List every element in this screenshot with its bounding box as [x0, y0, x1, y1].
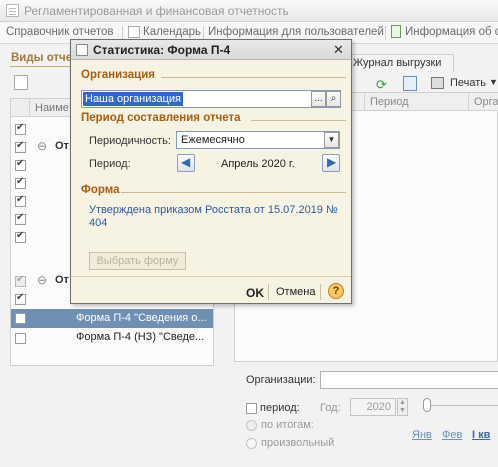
org-input[interactable]: Наша организация ... ⌕	[81, 90, 341, 108]
row-checkbox[interactable]	[15, 158, 26, 171]
period-slider-track	[431, 405, 498, 406]
row-label: Форма П-4 "Сведения о...	[76, 312, 207, 324]
section-divider	[251, 120, 346, 121]
column-header-period[interactable]: Период	[365, 93, 469, 111]
row-checkbox[interactable]	[15, 313, 26, 324]
arrow-right-icon: ▶	[327, 155, 337, 169]
toolbar-separator	[385, 26, 386, 40]
ellipsis-button[interactable]: ...	[311, 91, 326, 107]
next-period-button[interactable]: ▶	[322, 154, 340, 172]
organizations-field[interactable]	[320, 371, 498, 389]
row-checkbox[interactable]	[15, 176, 26, 189]
custom-radio[interactable]	[246, 438, 257, 449]
totals-radio-label: по итогам:	[261, 419, 314, 431]
arrow-left-icon: ◀	[181, 155, 191, 169]
refresh-icon[interactable]: ⟳	[376, 77, 387, 93]
search-icon[interactable]: ⌕	[326, 91, 341, 107]
form-icon	[76, 44, 88, 56]
row-checkbox[interactable]	[15, 212, 26, 225]
document-icon	[391, 25, 401, 38]
month-feb[interactable]: Фев	[442, 429, 462, 441]
periodicity-label: Периодичность:	[89, 135, 171, 147]
table-row-selected[interactable]: Форма П-4 "Сведения о...	[11, 309, 213, 328]
year-field[interactable]: 2020	[350, 398, 396, 416]
period-slider-handle[interactable]	[423, 398, 431, 412]
expand-group-icon[interactable]: ⊖	[37, 139, 47, 153]
prev-period-button[interactable]: ◀	[177, 154, 195, 172]
period-checkbox-label: период:	[260, 402, 300, 414]
section-divider	[121, 192, 346, 193]
ok-button[interactable]: OK	[246, 286, 264, 300]
close-icon[interactable]: ✕	[333, 42, 344, 58]
form-section-title: Форма	[81, 184, 120, 196]
footer-divider	[71, 276, 351, 277]
report-types-title[interactable]: Виды отче	[11, 52, 72, 64]
info-about-button[interactable]: Информация об об	[405, 26, 498, 38]
periodicity-select[interactable]: Ежемесячно ▼	[176, 131, 340, 149]
year-spinner[interactable]: ▲ ▼	[397, 398, 408, 416]
calendar-icon	[128, 26, 140, 38]
app-icon	[6, 4, 19, 17]
export-icon[interactable]	[403, 76, 417, 91]
button-separator	[320, 284, 321, 300]
quarter-1[interactable]: I кв	[472, 429, 490, 441]
row-label: Форма П-4 (НЗ) "Сведе...	[76, 331, 205, 343]
expand-group-icon[interactable]: ⊖	[37, 273, 47, 287]
column-header-org[interactable]: Орган	[469, 93, 498, 111]
row-checkbox[interactable]	[15, 292, 26, 305]
row-checkbox[interactable]	[15, 333, 26, 344]
user-info-button[interactable]: Информация для пользователей	[208, 26, 384, 38]
main-window-titlebar: Регламентированная и финансовая отчетнос…	[0, 0, 498, 22]
chevron-down-icon[interactable]: ▼	[489, 77, 498, 87]
printer-icon[interactable]	[431, 77, 444, 89]
print-button[interactable]: Печать	[450, 77, 486, 89]
row-checkbox[interactable]	[15, 194, 26, 207]
toolbar-separator	[122, 26, 123, 40]
report-types-underline	[10, 66, 72, 67]
help-icon[interactable]: ?	[328, 283, 344, 299]
tab-export-journal[interactable]: Журнал выгрузки	[350, 54, 454, 72]
toolbar-separator	[203, 26, 204, 40]
main-window-title: Регламентированная и финансовая отчетнос…	[24, 4, 289, 18]
totals-radio[interactable]	[246, 420, 257, 431]
form-approval-link[interactable]: Утверждена приказом Росстата от 15.07.20…	[89, 204, 339, 230]
dialog-titlebar: Статистика: Форма П-4 ✕	[71, 40, 351, 60]
name-column-header[interactable]: Наиме	[35, 102, 69, 114]
button-separator	[268, 284, 269, 300]
year-label: Год:	[320, 402, 341, 414]
new-document-icon[interactable]	[14, 75, 28, 90]
period-label: Период:	[89, 158, 131, 170]
dialog-title: Статистика: Форма П-4	[93, 43, 231, 57]
group-label: От	[55, 140, 69, 152]
select-form-button[interactable]: Выбрать форму	[89, 252, 186, 270]
cancel-button[interactable]: Отмена	[276, 286, 315, 298]
row-checkbox[interactable]	[15, 230, 26, 243]
row-checkbox[interactable]	[15, 122, 26, 135]
period-section-title: Период составления отчета	[81, 112, 241, 124]
organizations-label: Организации:	[246, 374, 316, 386]
statistics-dialog: Статистика: Форма П-4 ✕ Организация Наша…	[70, 39, 352, 304]
row-checkbox[interactable]	[15, 140, 26, 153]
period-checkbox[interactable]	[246, 403, 257, 414]
row-checkbox[interactable]	[15, 274, 26, 287]
org-section-title: Организация	[81, 69, 155, 81]
right-toolbar: ⟳ Печать ▼	[351, 76, 498, 92]
group-label: От	[55, 274, 69, 286]
month-jan[interactable]: Янв	[412, 429, 432, 441]
chevron-down-icon[interactable]: ▼	[324, 132, 339, 148]
custom-radio-label: произвольный	[261, 437, 335, 449]
period-value: Апрель 2020 г.	[221, 158, 295, 170]
section-divider	[161, 77, 346, 78]
header-divider	[29, 99, 30, 117]
reports-directory-button[interactable]: Справочник отчетов	[6, 26, 114, 38]
calendar-button[interactable]: Календарь	[143, 26, 201, 38]
